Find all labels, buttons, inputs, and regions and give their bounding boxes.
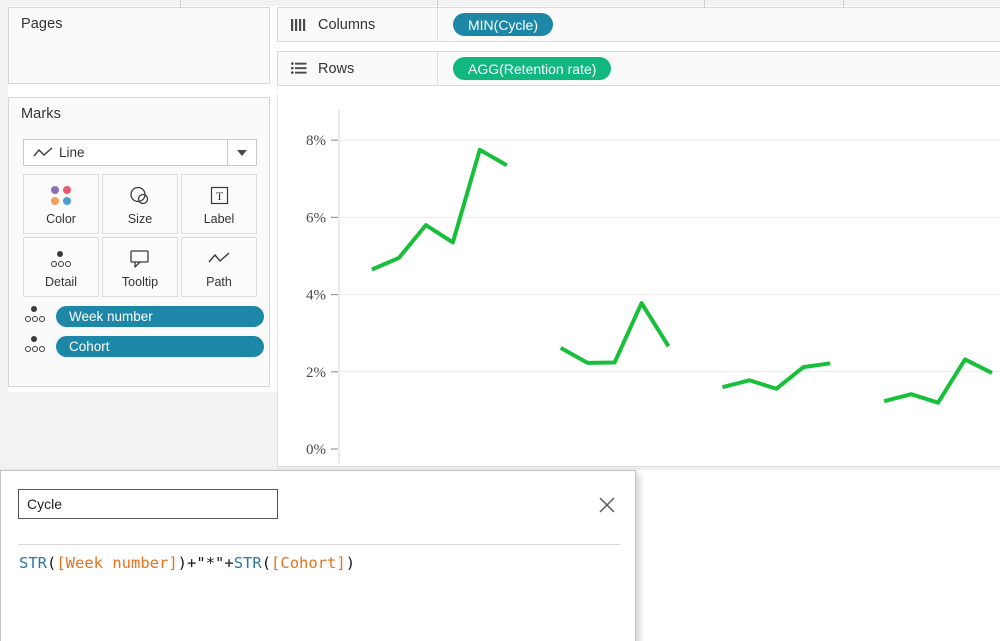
- columns-shelf-label-box: Columns: [278, 8, 438, 41]
- columns-shelf-label: Columns: [318, 16, 376, 33]
- chart-svg: 8% 6% 4% 2% 0%: [306, 109, 1000, 463]
- calculation-name-input[interactable]: [18, 489, 278, 519]
- marks-path-label: Path: [206, 274, 232, 289]
- rows-shelf[interactable]: Rows AGG(Retention rate): [277, 51, 1000, 86]
- line-chart-icon: [33, 146, 53, 159]
- marks-label-label: Label: [203, 211, 235, 226]
- marks-card: Marks Line Color Size T Label Detail Too…: [8, 97, 270, 387]
- formula-token-10: ): [345, 554, 356, 572]
- text-label-icon: T: [210, 183, 229, 209]
- formula-token-5: "*": [196, 554, 225, 572]
- marks-size-label: Size: [127, 211, 153, 226]
- chevron-down-icon[interactable]: [227, 140, 256, 165]
- marks-card-title: Marks: [21, 106, 61, 122]
- line-series-3[interactable]: [721, 361, 831, 391]
- rows-field-pill[interactable]: AGG(Retention rate): [453, 57, 612, 80]
- formula-token-1: (: [47, 554, 57, 572]
- chart-view[interactable]: 8% 6% 4% 2% 0%: [277, 94, 1000, 466]
- marks-detail-button[interactable]: Detail: [23, 237, 99, 297]
- marks-pill-week-number-label: Week number: [56, 306, 264, 327]
- formula-token-7: STR: [233, 554, 262, 572]
- formula-token-3: ): [177, 554, 188, 572]
- color-dots-icon: [50, 183, 72, 209]
- ytick-label-8%: 8%: [306, 133, 326, 149]
- tooltip-bubble-icon: [129, 246, 151, 272]
- lower-right-background: [636, 470, 1000, 641]
- pages-card[interactable]: Pages: [8, 7, 270, 84]
- size-circles-icon: [128, 183, 152, 209]
- formula-token-9: [Cohort]: [271, 554, 346, 572]
- rows-icon: [291, 61, 307, 76]
- top-divider-4: [843, 0, 844, 7]
- mark-type-dropdown[interactable]: Line: [23, 139, 257, 166]
- marks-path-button[interactable]: Path: [181, 237, 257, 297]
- line-series-4[interactable]: [883, 357, 993, 405]
- line-series-2[interactable]: [559, 301, 671, 365]
- marks-tooltip-label: Tooltip: [121, 274, 159, 289]
- path-line-icon: [208, 246, 230, 272]
- ytick-label-2%: 2%: [306, 365, 326, 381]
- formula-token-6: +: [224, 554, 234, 572]
- formula-token-0: STR: [19, 554, 47, 572]
- marks-pill-week-number[interactable]: Week number: [23, 306, 264, 327]
- formula-editor[interactable]: STR([Week number])+"*"+STR([Cohort]): [19, 554, 355, 572]
- marks-pill-cohort-label: Cohort: [56, 336, 264, 357]
- calculated-field-dialog[interactable]: STR([Week number])+"*"+STR([Cohort]): [0, 470, 636, 641]
- formula-token-2: [Week number]: [56, 554, 178, 572]
- left-lower-background: [0, 392, 277, 470]
- marks-detail-label: Detail: [45, 274, 77, 289]
- marks-pill-cohort[interactable]: Cohort: [23, 336, 264, 357]
- marks-color-button[interactable]: Color: [23, 174, 99, 234]
- marks-color-label: Color: [46, 211, 76, 226]
- detail-dots-icon: [23, 305, 49, 328]
- ytick-label-6%: 6%: [306, 210, 326, 226]
- marks-size-button[interactable]: Size: [102, 174, 178, 234]
- marks-property-buttons: Color Size T Label Detail Tooltip Path: [23, 174, 257, 297]
- top-divider-1: [180, 0, 181, 7]
- svg-text:T: T: [215, 189, 223, 203]
- close-icon[interactable]: [597, 495, 617, 515]
- formula-token-4: +: [187, 554, 197, 572]
- line-series-1[interactable]: [371, 147, 508, 272]
- ytick-label-4%: 4%: [306, 288, 326, 304]
- tableau-worksheet: Pages Marks Line Color Size T Label Deta…: [0, 0, 1000, 641]
- pages-card-title: Pages: [21, 16, 63, 32]
- rows-shelf-label-box: Rows: [278, 52, 438, 85]
- top-divider-2: [437, 0, 438, 7]
- ytick-label-0%: 0%: [306, 442, 326, 458]
- formula-token-8: (: [261, 554, 272, 572]
- marks-tooltip-button[interactable]: Tooltip: [102, 237, 178, 297]
- columns-icon: [291, 18, 307, 32]
- columns-field-pill[interactable]: MIN(Cycle): [453, 13, 553, 36]
- top-background-strip: [0, 0, 1000, 6]
- marks-label-button[interactable]: T Label: [181, 174, 257, 234]
- columns-shelf[interactable]: Columns MIN(Cycle): [277, 7, 1000, 42]
- dialog-divider: [18, 544, 620, 545]
- detail-dots-icon: [23, 335, 49, 358]
- detail-dots-icon: [48, 246, 74, 272]
- rows-shelf-label: Rows: [318, 60, 355, 77]
- top-divider-3: [704, 0, 705, 7]
- mark-type-label: Line: [59, 145, 85, 160]
